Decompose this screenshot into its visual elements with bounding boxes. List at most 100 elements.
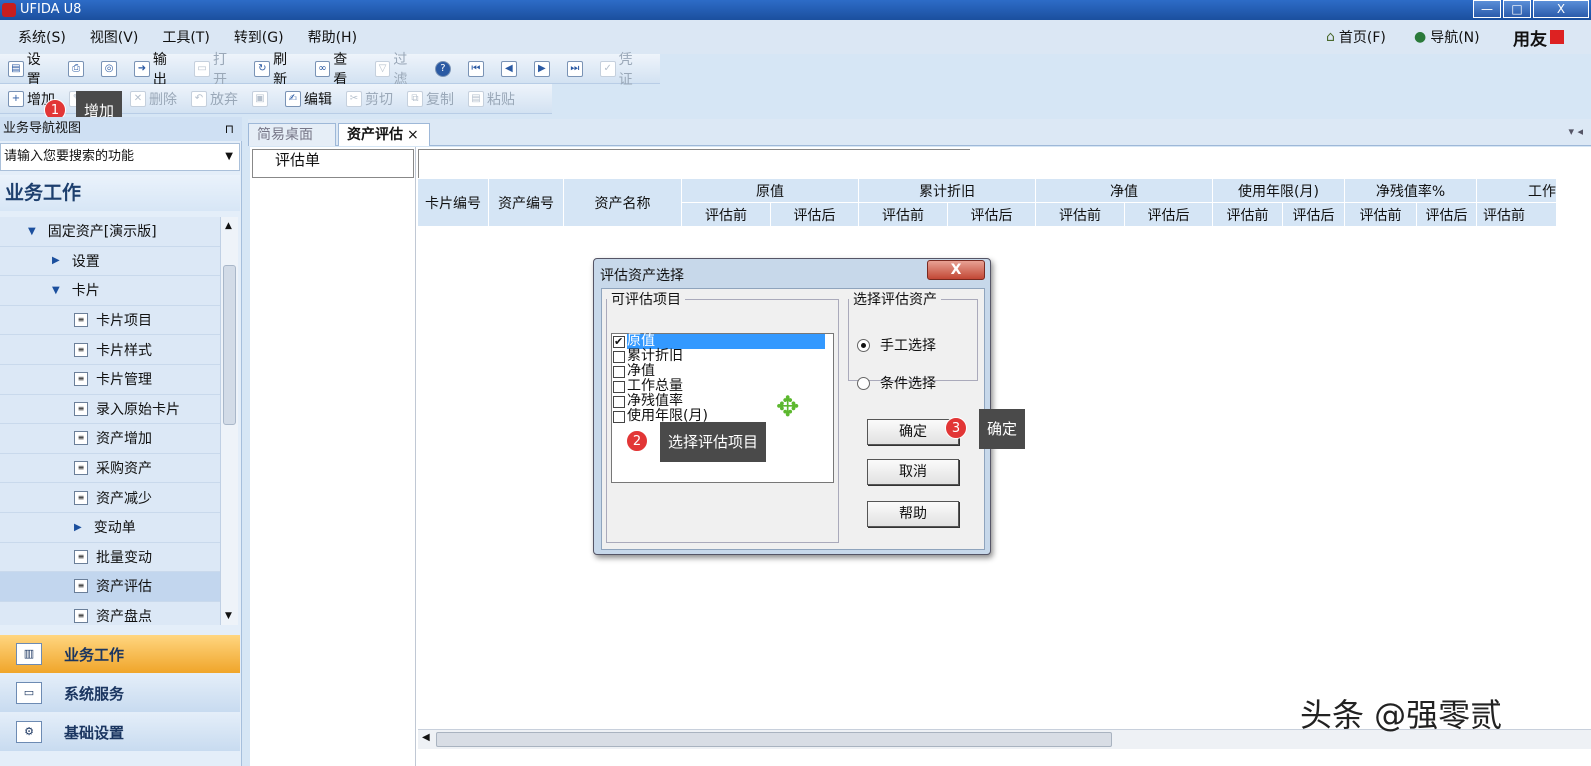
col-sub-after[interactable]: 评估后 xyxy=(1416,202,1477,227)
edit-button[interactable]: ✍ 编辑 xyxy=(285,89,332,109)
menu-system[interactable]: 系统(S) xyxy=(18,27,66,47)
collapsed-arrow-icon[interactable]: ▶ xyxy=(74,522,82,533)
help-button[interactable]: ? xyxy=(434,60,454,77)
export-button[interactable]: ➜ 输出 xyxy=(134,49,180,89)
tree-item[interactable]: ≡ 资产减少 xyxy=(0,483,220,513)
col-group-life[interactable]: 使用年限(月) xyxy=(1212,178,1345,203)
delete-button[interactable]: ✕ 删除 xyxy=(130,89,177,109)
copy-button[interactable]: ⧉ 复制 xyxy=(407,89,454,109)
menu-view[interactable]: 视图(V) xyxy=(90,27,139,47)
settings-button[interactable]: ▤ 设置 xyxy=(8,49,54,89)
col-sub-after[interactable]: 评估后 xyxy=(1124,202,1213,227)
refresh-button[interactable]: ↻ 刷新 xyxy=(254,49,300,89)
col-sub-after[interactable]: 评估后 xyxy=(1282,202,1345,227)
filter-button[interactable]: ▽ 过滤 xyxy=(374,49,421,89)
tree-item[interactable]: ▼ 固定资产[演示版] xyxy=(0,217,220,247)
nav-basic-button[interactable]: ⚙ 基础设置 xyxy=(0,713,240,751)
condition-select-radio[interactable]: 条件选择 xyxy=(857,373,936,393)
checkbox-icon[interactable] xyxy=(613,380,625,393)
maximize-button[interactable]: □ xyxy=(1503,0,1531,18)
collapsed-arrow-icon[interactable]: ▶ xyxy=(52,255,60,266)
tree-scrollbar[interactable]: ▲ ▼ xyxy=(220,217,238,625)
home-link[interactable]: ⌂ 首页(F) xyxy=(1326,20,1386,54)
tree-item[interactable]: ▶ 设置 xyxy=(0,246,220,277)
checkbox-icon[interactable] xyxy=(613,395,625,408)
next-record-button[interactable]: ▶ xyxy=(533,60,553,77)
tree-item[interactable]: ▶ 变动单 xyxy=(0,512,220,543)
h-scroll-thumb[interactable] xyxy=(436,732,1112,747)
col-sub-before[interactable]: 评估前 xyxy=(1344,202,1417,227)
col-sub-after[interactable]: 评估后 xyxy=(947,202,1036,227)
preview-button[interactable]: ◎ xyxy=(101,60,120,77)
evaluable-item[interactable]: 净残值率 xyxy=(612,394,833,409)
scroll-thumb[interactable] xyxy=(223,265,236,425)
help-dialog-button[interactable]: 帮助 xyxy=(867,501,959,527)
checkbox-checked-icon[interactable]: ✔ xyxy=(613,335,625,348)
menu-help[interactable]: 帮助(H) xyxy=(308,27,357,47)
last-record-button[interactable]: ⏭ xyxy=(566,60,586,77)
col-asset-name[interactable]: 资产名称 xyxy=(563,178,682,227)
pin-icon[interactable]: ⊓ xyxy=(225,117,234,141)
first-record-button[interactable]: ⏮ xyxy=(467,60,487,77)
close-window-button[interactable]: X xyxy=(1533,0,1589,18)
col-group-original[interactable]: 原值 xyxy=(681,178,859,203)
manual-select-radio[interactable]: 手工选择 xyxy=(857,335,936,355)
tab-simple-desktop[interactable]: 简易桌面 xyxy=(248,123,336,146)
col-sub-before[interactable]: 评估前 xyxy=(681,202,771,227)
cut-button[interactable]: ✂ 剪切 xyxy=(346,89,393,109)
scroll-left-icon[interactable]: ◀ xyxy=(422,732,430,743)
tree-item[interactable]: ≡ 采购资产 xyxy=(0,453,220,484)
minimize-button[interactable]: — xyxy=(1473,0,1501,18)
evaluable-item[interactable]: ✔ 原值 xyxy=(612,334,833,349)
view-button[interactable]: ∞ 查看 xyxy=(314,49,361,89)
tree-item[interactable]: ≡ 批量变动 xyxy=(0,542,220,573)
tree-item[interactable]: ≡ 资产评估 xyxy=(0,572,220,602)
cancel-button[interactable]: 取消 xyxy=(867,459,959,485)
col-sub-before[interactable]: 评估前 xyxy=(1035,202,1125,227)
expanded-arrow-icon[interactable]: ▼ xyxy=(28,226,36,237)
col-group-net[interactable]: 净值 xyxy=(1035,178,1213,203)
tree-item[interactable]: ≡ 卡片样式 xyxy=(0,335,220,365)
prev-record-button[interactable]: ◀ xyxy=(500,60,520,77)
nav-system-button[interactable]: ▭ 系统服务 xyxy=(0,674,240,712)
col-group-work[interactable]: 工作 xyxy=(1476,178,1557,203)
tree-item[interactable]: ≡ 资产增加 xyxy=(0,424,220,454)
scroll-down-icon[interactable]: ▼ xyxy=(225,611,232,621)
checkbox-icon[interactable] xyxy=(613,410,625,423)
tree-item[interactable]: ≡ 录入原始卡片 xyxy=(0,394,220,425)
chevron-down-icon[interactable]: ▼ xyxy=(225,144,233,170)
checkbox-icon[interactable] xyxy=(613,350,625,363)
voucher-button[interactable]: ✓ 凭证 xyxy=(599,49,646,89)
close-tab-icon[interactable]: × xyxy=(407,127,419,143)
evaluable-item[interactable]: 净值 xyxy=(612,364,833,379)
tree-item[interactable]: ▼ 卡片 xyxy=(0,276,220,306)
dialog-close-button[interactable]: X xyxy=(927,260,985,280)
checkbox-icon[interactable] xyxy=(613,365,625,378)
evaluable-item[interactable]: 工作总量 xyxy=(612,379,833,394)
evaluable-item[interactable]: 累计折旧 xyxy=(612,349,833,364)
col-group-residual[interactable]: 净残值率% xyxy=(1344,178,1477,203)
tree-item[interactable]: ≡ 卡片管理 xyxy=(0,364,220,395)
open-button[interactable]: ▭ 打开 xyxy=(194,49,240,89)
print-button[interactable]: ⎙ xyxy=(68,60,87,77)
tab-asset-evaluation[interactable]: 资产评估 × xyxy=(338,123,430,146)
navigation-link[interactable]: ● 导航(N) xyxy=(1414,20,1480,54)
paste-button[interactable]: ▤ 粘贴 xyxy=(468,89,515,109)
discard-button[interactable]: ↶ 放弃 xyxy=(191,89,238,109)
menu-goto[interactable]: 转到(G) xyxy=(234,27,284,47)
col-card-no[interactable]: 卡片编号 xyxy=(417,178,489,227)
scroll-up-icon[interactable]: ▲ xyxy=(225,221,232,231)
tree-item[interactable]: ≡ 资产盘点 xyxy=(0,601,220,625)
form-header-field[interactable] xyxy=(418,149,970,178)
tree-item[interactable]: ≡ 卡片项目 xyxy=(0,305,220,336)
col-sub-before[interactable]: 评估前 xyxy=(1212,202,1283,227)
col-group-depreciation[interactable]: 累计折旧 xyxy=(858,178,1036,203)
col-asset-no[interactable]: 资产编号 xyxy=(488,178,564,227)
col-sub-after[interactable]: 评估后 xyxy=(770,202,859,227)
nav-business-button[interactable]: ▥ 业务工作 xyxy=(0,635,240,673)
menu-tools[interactable]: 工具(T) xyxy=(162,27,209,47)
function-search-input[interactable]: 请输入您要搜索的功能 ▼ xyxy=(0,143,240,171)
save-button[interactable]: ▣ xyxy=(252,90,271,107)
col-sub-before[interactable]: 评估前 xyxy=(858,202,948,227)
expanded-arrow-icon[interactable]: ▼ xyxy=(52,285,60,296)
